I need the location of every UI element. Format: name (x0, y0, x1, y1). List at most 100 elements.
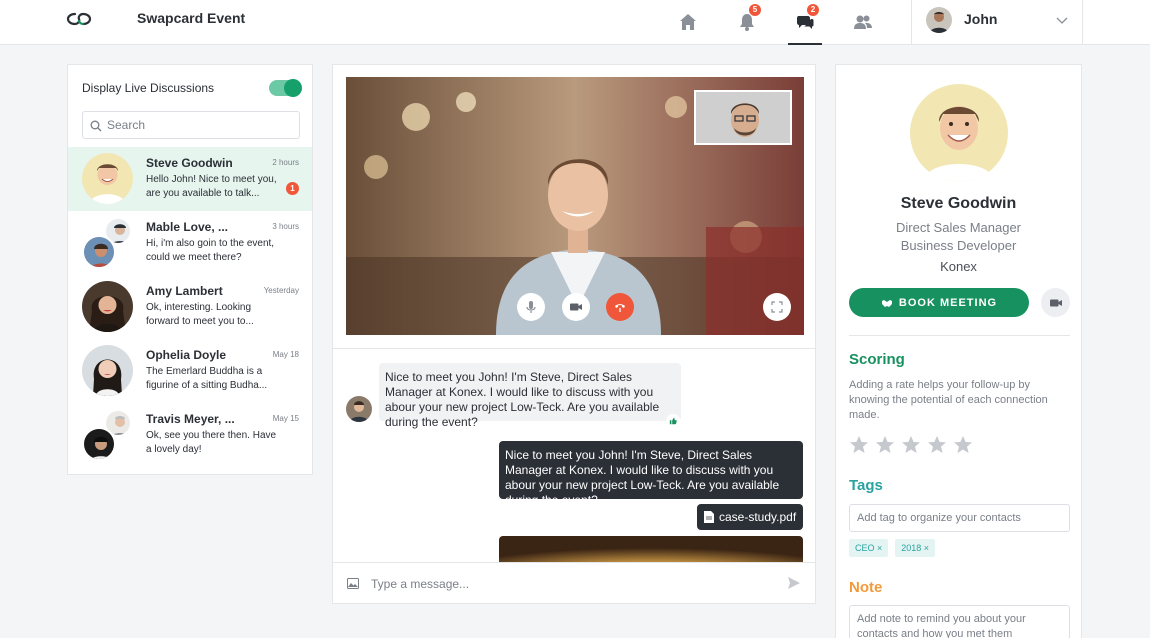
message-input[interactable] (371, 574, 771, 594)
document-icon (704, 511, 714, 523)
conversation-item[interactable]: Ophelia Doyle May 18 The Emerlard Buddha… (68, 339, 312, 403)
tag-input[interactable] (849, 504, 1070, 532)
star-icon[interactable] (875, 435, 895, 455)
self-view-video[interactable] (694, 90, 792, 145)
conversation-preview: The Emerlard Buddha is a figurine of a s… (146, 366, 268, 391)
unread-badge: 1 (286, 182, 299, 195)
tags-title: Tags (849, 477, 883, 494)
conversation-preview: Ok, interesting. Looking forward to meet… (146, 302, 254, 327)
avatar (82, 281, 133, 332)
tag-chip[interactable]: CEO × (849, 539, 889, 557)
fullscreen-icon (771, 301, 783, 313)
conversation-time: 2 hours (272, 158, 299, 167)
nav-home[interactable] (671, 0, 705, 44)
video-call-button[interactable] (1041, 288, 1070, 317)
avatar (82, 153, 133, 204)
message-composer (333, 562, 815, 603)
home-icon (680, 14, 696, 30)
conversation-name: Mable Love, ... (146, 220, 229, 234)
star-icon[interactable] (901, 435, 921, 455)
star-icon[interactable] (849, 435, 869, 455)
swapcard-logo-icon[interactable] (66, 10, 92, 28)
star-icon[interactable] (953, 435, 973, 455)
nav-messages[interactable]: 2 (788, 0, 822, 45)
conversation-time: May 18 (272, 350, 299, 359)
conversation-item[interactable]: Mable Love, ... 3 hours Hi, i'm also goi… (68, 211, 312, 275)
video-camera-icon (1049, 299, 1062, 306)
profile-job-title: Business Developer (900, 238, 1017, 253)
scoring-description: Adding a rate helps your follow-up by kn… (849, 379, 1048, 421)
user-name: John (964, 11, 998, 27)
top-navbar: Swapcard Event 5 2 John (0, 0, 1150, 45)
book-meeting-label: BOOK MEETING (898, 296, 998, 309)
attachment-name: case-study.pdf (719, 510, 797, 524)
conversation-item[interactable]: Steve Goodwin 2 hours Hello John! Nice t… (68, 147, 312, 211)
message-thread: Nice to meet you John! I'm Steve, Direct… (333, 348, 815, 576)
conversation-item[interactable]: Amy Lambert Yesterday Ok, interesting. L… (68, 275, 312, 339)
send-icon[interactable] (787, 576, 801, 590)
self-view-image (696, 92, 790, 143)
profile-company: Konex (940, 259, 977, 274)
search-field[interactable] (82, 111, 300, 139)
conversation-preview: Hello John! Nice to meet you, are you av… (146, 174, 277, 199)
thumbs-up-icon (669, 417, 677, 425)
conversation-name: Travis Meyer, ... (146, 412, 235, 426)
contact-profile-panel: Steve Goodwin Direct Sales Manager Busin… (835, 64, 1082, 638)
toggle-knob (284, 79, 302, 97)
conversation-name: Steve Goodwin (146, 156, 233, 170)
live-discussions-label: Display Live Discussions (82, 81, 215, 95)
avatar (82, 235, 116, 269)
tag-chip[interactable]: 2018 × (895, 539, 936, 557)
user-menu[interactable]: John (911, 0, 1083, 44)
mute-button[interactable] (517, 293, 545, 321)
search-input[interactable] (107, 116, 295, 134)
image-upload-icon[interactable] (347, 578, 359, 589)
star-rating (849, 435, 973, 455)
tag-list: CEO × 2018 × (849, 539, 936, 557)
fullscreen-button[interactable] (763, 293, 791, 321)
star-icon[interactable] (927, 435, 947, 455)
attachment-file[interactable]: case-study.pdf (697, 504, 803, 530)
like-reaction[interactable] (666, 414, 680, 428)
nav-notifications[interactable]: 5 (730, 0, 764, 44)
incoming-message: Nice to meet you John! I'm Steve, Direct… (379, 363, 681, 429)
search-icon (90, 120, 102, 132)
people-icon (854, 15, 872, 29)
note-input[interactable] (849, 605, 1070, 638)
live-discussions-toggle[interactable] (269, 79, 302, 97)
conversation-preview: Hi, i'm also goin to the event, could we… (146, 238, 275, 263)
chat-panel: Nice to meet you John! I'm Steve, Direct… (332, 64, 816, 604)
conversation-panel: Display Live Discussions Steve Goodwin 2… (67, 64, 313, 475)
book-meeting-button[interactable]: BOOK MEETING (849, 288, 1029, 317)
conversation-item[interactable]: Travis Meyer, ... May 15 Ok, see you the… (68, 403, 312, 467)
conversation-list: Steve Goodwin 2 hours Hello John! Nice t… (68, 147, 312, 467)
notifications-badge: 5 (749, 4, 761, 16)
conversation-time: Yesterday (263, 286, 299, 295)
nav-contacts[interactable] (846, 0, 880, 44)
conversation-name: Ophelia Doyle (146, 348, 227, 362)
group-avatar (82, 409, 133, 461)
outgoing-message: Nice to meet you John! I'm Steve, Direct… (499, 441, 803, 507)
app-title: Swapcard Event (137, 10, 246, 26)
microphone-icon (526, 301, 536, 313)
phone-hangup-icon (615, 304, 625, 312)
divider (849, 335, 1070, 336)
video-camera-icon (570, 303, 582, 311)
conversation-preview: Ok, see you there then. Have a lovely da… (146, 430, 277, 455)
video-call-view (346, 77, 804, 335)
camera-toggle-button[interactable] (562, 293, 590, 321)
profile-name: Steve Goodwin (900, 195, 1017, 212)
messages-badge: 2 (807, 4, 819, 16)
conversation-time: 3 hours (272, 222, 299, 231)
user-avatar (926, 7, 952, 33)
profile-avatar (910, 84, 1008, 182)
group-avatar (82, 217, 133, 269)
chevron-down-icon[interactable] (1056, 14, 1068, 26)
profile-job-title: Direct Sales Manager (896, 220, 1021, 235)
hang-up-button[interactable] (606, 293, 634, 321)
conversation-time: May 15 (272, 414, 299, 423)
handshake-icon (881, 299, 892, 307)
scoring-title: Scoring (849, 351, 905, 368)
avatar (82, 345, 133, 396)
note-title: Note (849, 579, 883, 596)
